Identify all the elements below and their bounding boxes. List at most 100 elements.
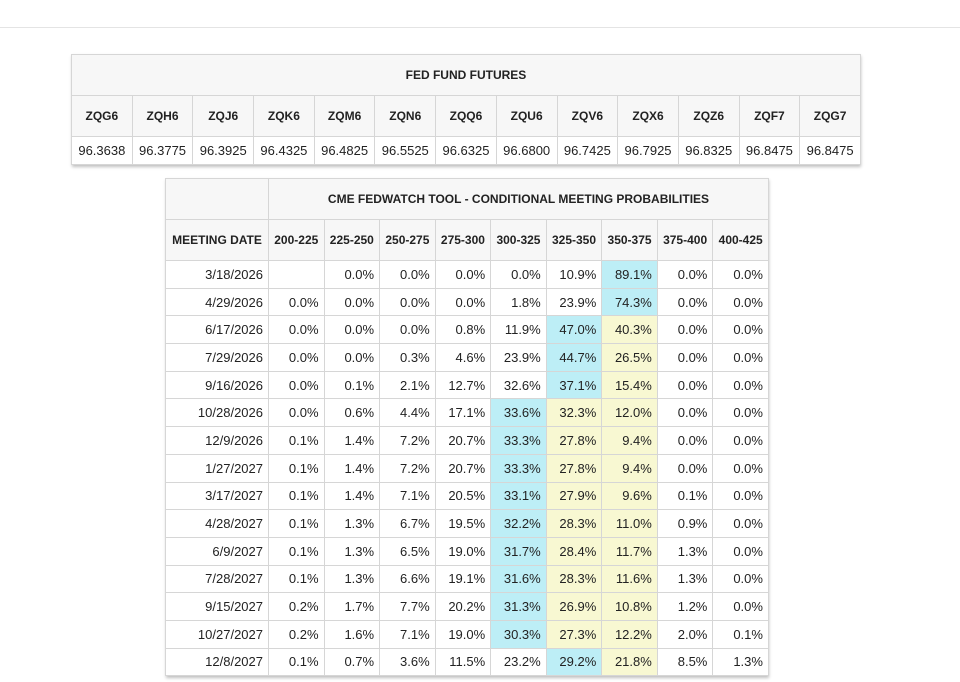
probability-cell: 1.3% [656, 536, 714, 566]
meeting-date-cell: 12/8/2027 [165, 647, 269, 677]
probability-cell: 11.9% [490, 315, 547, 345]
probability-cell: 7.1% [379, 619, 436, 649]
probability-cell: 1.8% [490, 287, 547, 317]
futures-contract-header: ZQV6 [556, 95, 619, 137]
meeting-row: 4/29/2026 0.0% 0.0% 0.0% 0.0% 1.8% 23.9% 74.3% 0… [165, 287, 769, 317]
probability-cell: 21.8% [601, 647, 658, 677]
probabilities-body: 3/18/2026 0.0% 0.0% 0.0% 0.0% 10.9% 89.1% 0.0% 0… [165, 260, 769, 677]
futures-contract-header: ZQX6 [617, 95, 679, 137]
futures-contract-header: ZQH6 [131, 95, 194, 137]
probability-cell: 0.0% [656, 398, 714, 428]
meeting-date-cell: 10/28/2026 [165, 398, 269, 428]
probability-cell: 27.3% [545, 619, 603, 649]
probability-cell: 0.0% [268, 370, 325, 400]
probability-cell: 11.0% [601, 509, 658, 538]
rate-range-header: 325-350 [545, 219, 603, 261]
probability-cell: 12.0% [601, 398, 658, 428]
meeting-date-cell: 9/15/2027 [165, 592, 269, 621]
probability-cell: 12.7% [434, 370, 492, 400]
probability-cell: 31.3% [490, 592, 547, 621]
probability-cell: 0.1% [268, 564, 325, 594]
futures-contract-header: ZQF7 [738, 95, 801, 137]
rate-range-header: 250-275 [379, 219, 436, 261]
probability-cell: 74.3% [601, 287, 658, 317]
probability-cell: 0.0% [712, 398, 769, 428]
futures-price-cell: 96.8325 [677, 136, 740, 165]
fed-fund-futures-table: FED FUND FUTURES ZQG6 ZQH6 ZQJ6 ZQK6 ZQM6 ZQN… [71, 54, 861, 165]
futures-price-cell: 96.8475 [799, 136, 861, 165]
meeting-row: 6/17/2026 0.0% 0.0% 0.0% 0.8% 11.9% 47.0% 40.3%… [165, 315, 769, 345]
probability-cell: 0.0% [323, 343, 381, 372]
probability-cell: 1.3% [323, 509, 381, 538]
futures-price-cell: 96.4325 [253, 136, 315, 165]
futures-contract-header: ZQG7 [799, 95, 861, 137]
probability-cell: 0.0% [323, 260, 381, 289]
futures-price-cell: 96.3775 [131, 136, 194, 165]
probability-cell: 33.1% [490, 481, 547, 511]
probability-cell: 1.3% [656, 564, 714, 594]
probability-cell: 1.4% [323, 481, 381, 511]
probability-cell: 0.0% [656, 370, 714, 400]
probability-cell: 0.0% [656, 453, 714, 483]
probability-cell [268, 260, 325, 289]
futures-price-cell: 96.8475 [738, 136, 801, 165]
probability-cell: 32.6% [490, 370, 547, 400]
probability-cell: 11.6% [601, 564, 658, 594]
rate-range-header: 225-250 [323, 219, 381, 261]
futures-header-row: ZQG6 ZQH6 ZQJ6 ZQK6 ZQM6 ZQN6 ZQQ6 ZQU6 ZQV6 ZQX6… [71, 95, 861, 137]
probability-cell: 0.1% [268, 647, 325, 677]
probability-cell: 30.3% [490, 619, 547, 649]
probability-cell: 32.2% [490, 509, 547, 538]
probability-cell: 19.0% [434, 536, 492, 566]
probability-cell: 1.4% [323, 453, 381, 483]
probability-cell: 1.3% [323, 536, 381, 566]
probability-cell: 28.3% [545, 564, 603, 594]
futures-table-title: FED FUND FUTURES [71, 54, 861, 96]
probability-cell: 9.4% [601, 426, 658, 455]
probability-cell: 7.1% [379, 481, 436, 511]
meeting-row: 12/9/2026 0.1% 1.4% 7.2% 20.7% 33.3% 27.8% 9.4%… [165, 426, 769, 455]
futures-price-cell: 96.7425 [556, 136, 619, 165]
meeting-row: 4/28/2027 0.1% 1.3% 6.7% 19.5% 32.2% 28.3% 11.0… [165, 509, 769, 538]
probability-cell: 31.6% [490, 564, 547, 594]
probability-cell: 0.0% [268, 315, 325, 345]
probability-cell: 17.1% [434, 398, 492, 428]
meeting-date-cell: 12/9/2026 [165, 426, 269, 455]
probability-cell: 29.2% [545, 647, 603, 677]
probability-cell: 33.6% [490, 398, 547, 428]
probability-cell: 23.2% [490, 647, 547, 677]
fed-fund-futures-panel: FED FUND FUTURES ZQG6 ZQH6 ZQJ6 ZQK6 ZQM6 ZQN… [71, 54, 861, 165]
meeting-date-header: MEETING DATE [165, 219, 269, 261]
probability-cell: 0.0% [712, 343, 769, 372]
rate-range-header: 375-400 [656, 219, 714, 261]
meeting-date-cell: 7/29/2026 [165, 343, 269, 372]
probability-cell: 0.0% [379, 260, 436, 289]
probability-cell: 0.0% [379, 315, 436, 345]
probability-cell: 0.2% [268, 619, 325, 649]
meeting-row: 7/29/2026 0.0% 0.0% 0.3% 4.6% 23.9% 44.7% 26.5%… [165, 343, 769, 372]
probability-cell: 0.1% [268, 426, 325, 455]
probability-cell: 0.0% [434, 260, 492, 289]
probability-cell: 26.9% [545, 592, 603, 621]
probability-cell: 89.1% [601, 260, 658, 289]
futures-contract-header: ZQQ6 [435, 95, 497, 137]
probability-cell: 4.6% [434, 343, 492, 372]
probability-cell: 31.7% [490, 536, 547, 566]
probability-cell: 9.6% [601, 481, 658, 511]
probability-cell: 1.4% [323, 426, 381, 455]
probability-cell: 0.1% [268, 509, 325, 538]
probability-cell: 0.0% [712, 536, 769, 566]
futures-price-cell: 96.7925 [617, 136, 679, 165]
probability-cell: 19.0% [434, 619, 492, 649]
futures-contract-header: ZQU6 [495, 95, 558, 137]
probability-cell: 40.3% [601, 315, 658, 345]
probability-cell: 19.5% [434, 509, 492, 538]
rate-range-header: 200-225 [268, 219, 325, 261]
futures-contract-header: ZQK6 [253, 95, 315, 137]
probability-cell: 44.7% [545, 343, 603, 372]
top-divider [0, 27, 960, 28]
probability-cell: 6.6% [379, 564, 436, 594]
probability-cell: 0.1% [268, 453, 325, 483]
futures-price-cell: 96.6800 [495, 136, 558, 165]
probability-cell: 4.4% [379, 398, 436, 428]
